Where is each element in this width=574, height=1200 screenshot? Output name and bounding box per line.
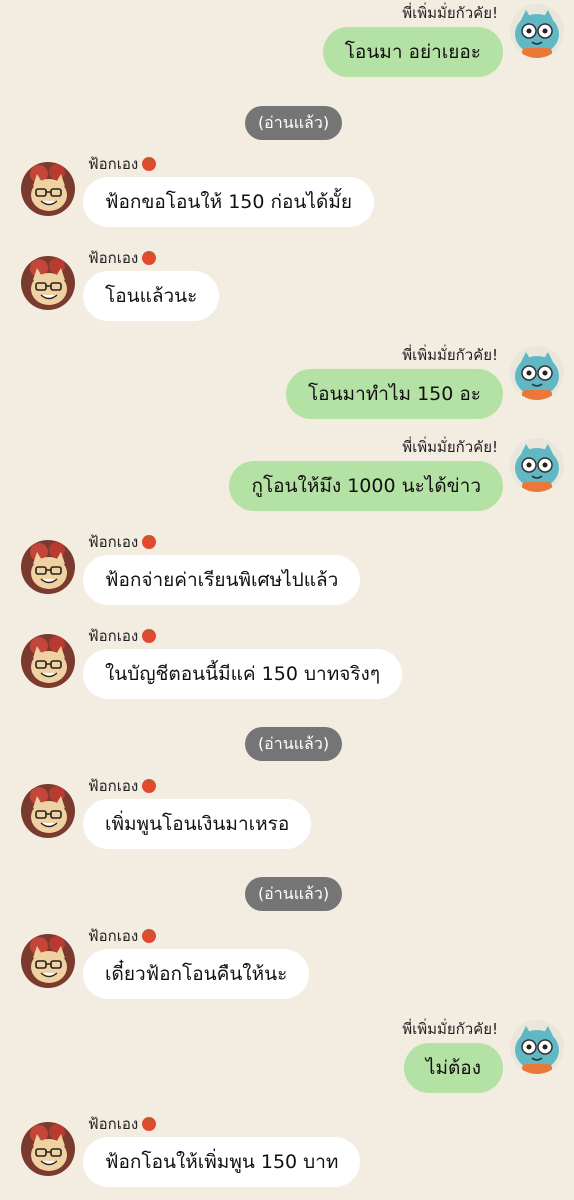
sender-name: ฟ้อกเอง <box>88 926 158 945</box>
sender-name: พี่เพิ่มมั่ยกัวคัย! <box>402 438 498 456</box>
message-bubble[interactable]: โอนมา อย่าเยอะ <box>322 27 503 77</box>
message-bubble[interactable]: ไม่ต้อง <box>403 1043 503 1093</box>
sender-name: ฟ้อกเอง <box>88 776 158 795</box>
sender-name: ฟ้อกเอง <box>88 248 158 267</box>
incoming-message-row: ฟ้อกเอง ฟ้อกจ่ายค่าเรียนพิเศษไปแล้ว <box>0 532 574 612</box>
contact-avatar-icon[interactable] <box>21 784 75 838</box>
tomato-icon <box>142 251 157 265</box>
tomato-icon <box>142 1117 157 1131</box>
read-receipt-badge: (อ่านแล้ว) <box>245 106 342 140</box>
sender-name: ฟ้อกเอง <box>88 626 158 645</box>
message-bubble[interactable]: ในบัญชีตอนนี้มีแค่ 150 บาทจริงๆ <box>83 649 403 699</box>
incoming-message-row: ฟ้อกเอง ฟ้อกโอนให้เพิ่มพูน 150 บาท <box>0 1114 574 1194</box>
incoming-message-row: ฟ้อกเอง ในบัญชีตอนนี้มีแค่ 150 บาทจริงๆ <box>0 626 574 706</box>
contact-avatar-icon[interactable] <box>21 256 75 310</box>
tomato-icon <box>142 629 157 643</box>
chat-thread: พี่เพิ่มมั่ยกัวคัย! โอนมา อย่าเยอะ (อ่าน… <box>0 0 574 1200</box>
outgoing-message-row: พี่เพิ่มมั่ยกัวคัย! ไม่ต้อง <box>0 1020 574 1100</box>
sender-name: ฟ้อกเอง <box>88 532 158 551</box>
message-bubble[interactable]: โอนแล้วนะ <box>83 271 220 321</box>
tomato-icon <box>142 779 157 793</box>
sender-name: ฟ้อกเอง <box>88 154 158 173</box>
outgoing-message-row: พี่เพิ่มมั่ยกัวคัย! กูโอนให้มึง 1000 นะไ… <box>0 438 574 518</box>
message-bubble[interactable]: ฟ้อกโอนให้เพิ่มพูน 150 บาท <box>83 1137 361 1187</box>
message-bubble[interactable]: กูโอนให้มึง 1000 นะได้ข่าว <box>229 461 503 511</box>
read-receipt-badge: (อ่านแล้ว) <box>245 727 342 761</box>
self-avatar-icon[interactable] <box>510 4 564 58</box>
tomato-icon <box>142 535 157 549</box>
incoming-message-row: ฟ้อกเอง เพิ่มพูนโอนเงินมาเหรอ <box>0 776 574 856</box>
read-receipt-badge: (อ่านแล้ว) <box>245 877 342 911</box>
outgoing-message-row: พี่เพิ่มมั่ยกัวคัย! โอนมา อย่าเยอะ <box>0 4 574 84</box>
incoming-message-row: ฟ้อกเอง ฟ้อกขอโอนให้ 150 ก่อนได้มั้ย <box>0 154 574 234</box>
message-bubble[interactable]: ฟ้อกจ่ายค่าเรียนพิเศษไปแล้ว <box>83 555 361 605</box>
self-avatar-icon[interactable] <box>510 1020 564 1074</box>
sender-name: พี่เพิ่มมั่ยกัวคัย! <box>402 4 498 22</box>
message-bubble[interactable]: เพิ่มพูนโอนเงินมาเหรอ <box>83 799 312 849</box>
contact-avatar-icon[interactable] <box>21 162 75 216</box>
contact-avatar-icon[interactable] <box>21 634 75 688</box>
tomato-icon <box>142 157 157 171</box>
contact-avatar-icon[interactable] <box>21 934 75 988</box>
incoming-message-row: ฟ้อกเอง โอนแล้วนะ <box>0 248 574 328</box>
self-avatar-icon[interactable] <box>510 346 564 400</box>
sender-name: พี่เพิ่มมั่ยกัวคัย! <box>402 346 498 364</box>
sender-name: ฟ้อกเอง <box>88 1114 158 1133</box>
message-bubble[interactable]: ฟ้อกขอโอนให้ 150 ก่อนได้มั้ย <box>83 177 374 227</box>
sender-name: พี่เพิ่มมั่ยกัวคัย! <box>402 1020 498 1038</box>
self-avatar-icon[interactable] <box>510 438 564 492</box>
incoming-message-row: ฟ้อกเอง เดี๋ยวฟ้อกโอนคืนให้นะ <box>0 926 574 1006</box>
contact-avatar-icon[interactable] <box>21 540 75 594</box>
outgoing-message-row: พี่เพิ่มมั่ยกัวคัย! โอนมาทำไม 150 อะ <box>0 346 574 426</box>
tomato-icon <box>142 929 157 943</box>
message-bubble[interactable]: เดี๋ยวฟ้อกโอนคืนให้นะ <box>83 949 310 999</box>
message-bubble[interactable]: โอนมาทำไม 150 อะ <box>285 369 503 419</box>
contact-avatar-icon[interactable] <box>21 1122 75 1176</box>
